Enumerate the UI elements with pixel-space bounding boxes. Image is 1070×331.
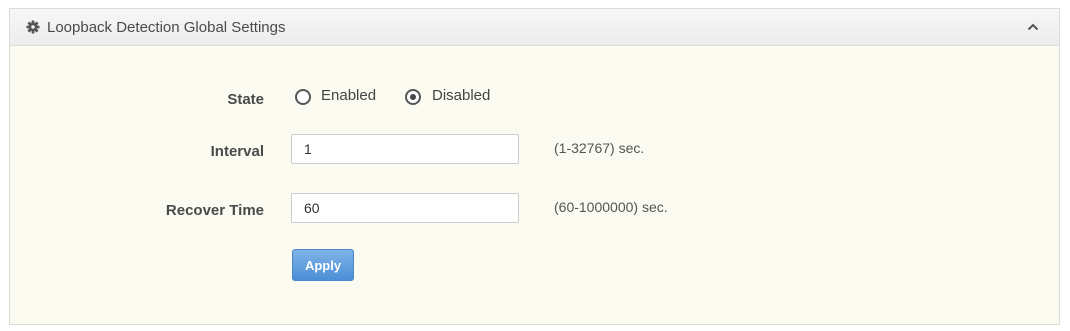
- state-enabled-radio[interactable]: [295, 89, 311, 105]
- recover-time-input[interactable]: [291, 193, 519, 223]
- recover-time-label: Recover Time: [165, 202, 264, 219]
- state-disabled-radio[interactable]: [405, 89, 421, 105]
- loopback-detection-panel: Loopback Detection Global Settings State…: [9, 8, 1060, 325]
- interval-range-hint: (1-32767) sec.: [554, 140, 645, 156]
- interval-input[interactable]: [291, 134, 519, 164]
- panel-header: Loopback Detection Global Settings: [10, 9, 1059, 46]
- interval-label: Interval: [210, 143, 264, 160]
- state-disabled-label[interactable]: Disabled: [432, 87, 490, 104]
- gear-icon: [26, 20, 40, 34]
- state-enabled-label[interactable]: Enabled: [321, 87, 376, 104]
- panel-title: Loopback Detection Global Settings: [47, 19, 286, 36]
- recover-time-range-hint: (60-1000000) sec.: [554, 199, 668, 215]
- state-label: State: [227, 91, 264, 108]
- chevron-up-icon[interactable]: [1027, 23, 1039, 31]
- apply-button[interactable]: Apply: [292, 249, 354, 281]
